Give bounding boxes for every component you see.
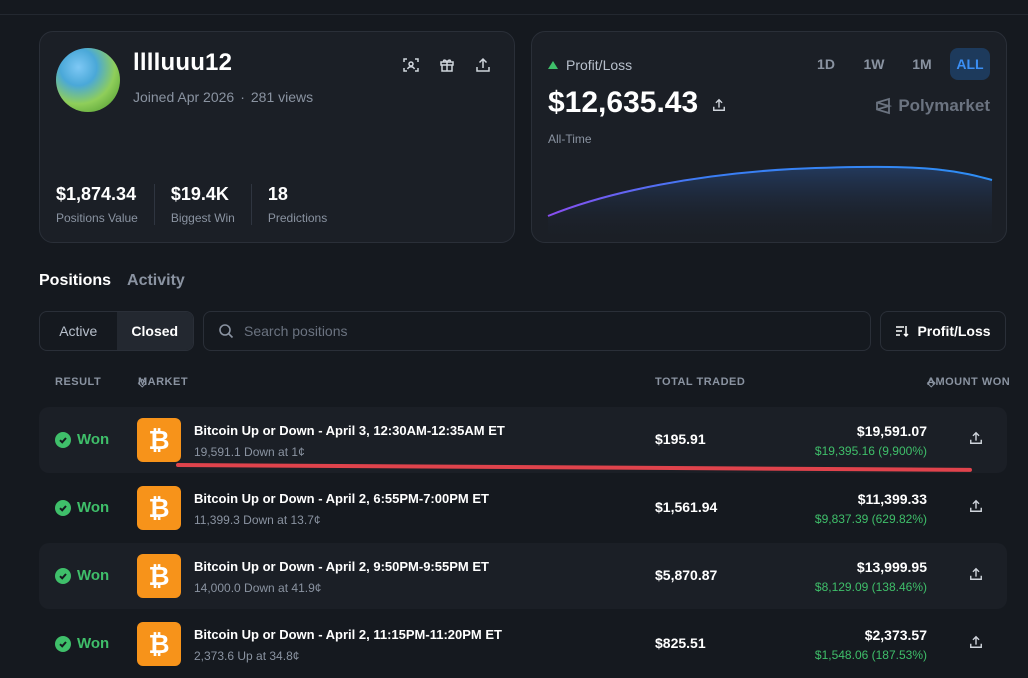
- share-icon[interactable]: [969, 567, 983, 586]
- bitcoin-icon: ₿: [137, 622, 181, 666]
- table-row[interactable]: Won ₿ Bitcoin Up or Down - April 2, 9:50…: [39, 543, 1007, 609]
- range-1d[interactable]: 1D: [806, 48, 846, 80]
- stat-label: Positions Value: [56, 211, 138, 225]
- share-icon[interactable]: [969, 431, 983, 450]
- header-amount-won-label: AMOUNT WON: [927, 376, 1011, 388]
- pnl-label: Profit/Loss: [548, 57, 632, 73]
- sort-chevrons-icon: ◇: [138, 377, 147, 389]
- table-row[interactable]: Won ₿ Bitcoin Up or Down - April 2, 6:55…: [39, 475, 1007, 541]
- market-position: 11,399.3 Down at 13.7¢: [194, 513, 321, 527]
- tab-positions[interactable]: Positions: [39, 272, 111, 290]
- stat-predictions: 18 Predictions: [268, 184, 343, 225]
- sort-label: Profit/Loss: [917, 323, 991, 339]
- market-title[interactable]: Bitcoin Up or Down - April 3, 12:30AM-12…: [194, 423, 505, 438]
- amount-won: $13,999.95: [856, 559, 927, 575]
- check-circle-icon: [55, 431, 71, 448]
- result-badge: Won: [55, 635, 109, 652]
- view-count: 281 views: [250, 89, 314, 105]
- total-traded: $5,870.87: [655, 567, 718, 583]
- profile-meta: Joined Apr 2026 · 281 views: [133, 89, 313, 105]
- pnl-amount: $12,635.43: [548, 86, 699, 119]
- total-traded: $1,561.94: [655, 499, 718, 515]
- amount-won: $2,373.57: [864, 627, 927, 643]
- pnl-chart-area: [548, 166, 992, 242]
- polymarket-logo-icon: [876, 97, 893, 115]
- range-all[interactable]: ALL: [950, 48, 990, 80]
- brand: Polymarket: [874, 96, 990, 116]
- positions-tabs: Positions Activity: [39, 272, 185, 290]
- up-triangle-icon: [548, 61, 558, 69]
- total-traded: $195.91: [655, 431, 706, 447]
- check-circle-icon: [55, 567, 71, 584]
- share-icon[interactable]: [969, 635, 983, 654]
- avatar: [56, 48, 120, 112]
- stat-biggest-win: $19.4K Biggest Win: [171, 184, 252, 225]
- market-position: 14,000.0 Down at 41.9¢: [194, 581, 322, 595]
- filter-active-button[interactable]: Active: [40, 312, 117, 350]
- header-total-traded: TOTAL TRADED: [655, 376, 746, 388]
- sort-button[interactable]: Profit/Loss: [880, 311, 1006, 351]
- market-position: 19,591.1 Down at 1¢: [194, 445, 305, 459]
- bitcoin-icon: ₿: [137, 418, 181, 462]
- check-circle-icon: [55, 635, 71, 652]
- market-position: 2,373.6 Up at 34.8¢: [194, 649, 300, 663]
- result-badge: Won: [55, 431, 109, 448]
- search-box: [203, 311, 871, 351]
- stat-positions-value: $1,874.34 Positions Value: [56, 184, 155, 225]
- profile-card: lllluuu12 Joined Apr 2026 · 281 views $1,8…: [39, 31, 515, 243]
- result-label: Won: [77, 635, 110, 652]
- result-label: Won: [77, 499, 110, 516]
- range-1m[interactable]: 1M: [902, 48, 942, 80]
- search-icon: [219, 324, 234, 339]
- separator-dot: ·: [240, 89, 245, 105]
- market-title[interactable]: Bitcoin Up or Down - April 2, 6:55PM-7:0…: [194, 491, 489, 506]
- share-icon[interactable]: [712, 86, 726, 120]
- bitcoin-icon: ₿: [137, 554, 181, 598]
- result-badge: Won: [55, 499, 109, 516]
- search-input[interactable]: [244, 323, 844, 339]
- pnl-label-text: Profit/Loss: [566, 57, 633, 73]
- total-traded: $825.51: [655, 635, 706, 651]
- profile-stats: $1,874.34 Positions Value $19.4K Biggest…: [56, 184, 359, 225]
- gift-icon[interactable]: [436, 54, 458, 76]
- profit-gain: $19,395.16 (9,900%): [814, 444, 927, 458]
- result-label: Won: [77, 431, 110, 448]
- amount-won: $19,591.07: [856, 423, 927, 439]
- profit-gain: $8,129.09 (138.46%): [814, 580, 927, 594]
- header-result: RESULT: [55, 376, 102, 388]
- market-title[interactable]: Bitcoin Up or Down - April 2, 9:50PM-9:5…: [194, 559, 489, 574]
- share-icon[interactable]: [969, 499, 983, 518]
- profit-gain: $9,837.39 (629.82%): [814, 512, 927, 526]
- result-badge: Won: [55, 567, 109, 584]
- stat-label: Predictions: [267, 211, 328, 225]
- sort-icon: [896, 326, 909, 338]
- bitcoin-icon: ₿: [137, 486, 181, 530]
- share-icon[interactable]: [472, 54, 494, 76]
- range-selector: 1D 1W 1M ALL: [806, 48, 990, 80]
- pnl-value: $12,635.43: [548, 86, 726, 120]
- username: lllluuu12: [133, 49, 233, 76]
- profit-gain: $1,548.06 (187.53%): [814, 648, 927, 662]
- table-row[interactable]: Won ₿ Bitcoin Up or Down - April 2, 11:1…: [39, 611, 1007, 677]
- joined-date: Joined Apr 2026: [133, 89, 235, 105]
- status-filter: Active Closed: [39, 311, 194, 351]
- result-label: Won: [77, 567, 110, 584]
- check-circle-icon: [55, 499, 71, 516]
- brand-name: Polymarket: [898, 96, 990, 115]
- stat-value: $1,874.34: [56, 184, 137, 204]
- market-title[interactable]: Bitcoin Up or Down - April 2, 11:15PM-11…: [194, 627, 502, 642]
- pnl-card: Profit/Loss $12,635.43 All-Time 1D 1W 1M…: [531, 31, 1007, 243]
- scan-icon[interactable]: [400, 54, 422, 76]
- range-1w[interactable]: 1W: [854, 48, 894, 80]
- amount-won: $11,399.33: [857, 491, 927, 507]
- tab-activity[interactable]: Activity: [127, 272, 185, 290]
- stat-label: Biggest Win: [170, 211, 235, 225]
- stat-value: 18: [267, 184, 288, 204]
- pnl-chart: [547, 165, 993, 242]
- top-divider: [0, 14, 1028, 15]
- filter-closed-button[interactable]: Closed: [116, 312, 193, 350]
- stat-value: $19.4K: [170, 184, 229, 204]
- sort-chevrons-icon: ◇: [927, 377, 936, 389]
